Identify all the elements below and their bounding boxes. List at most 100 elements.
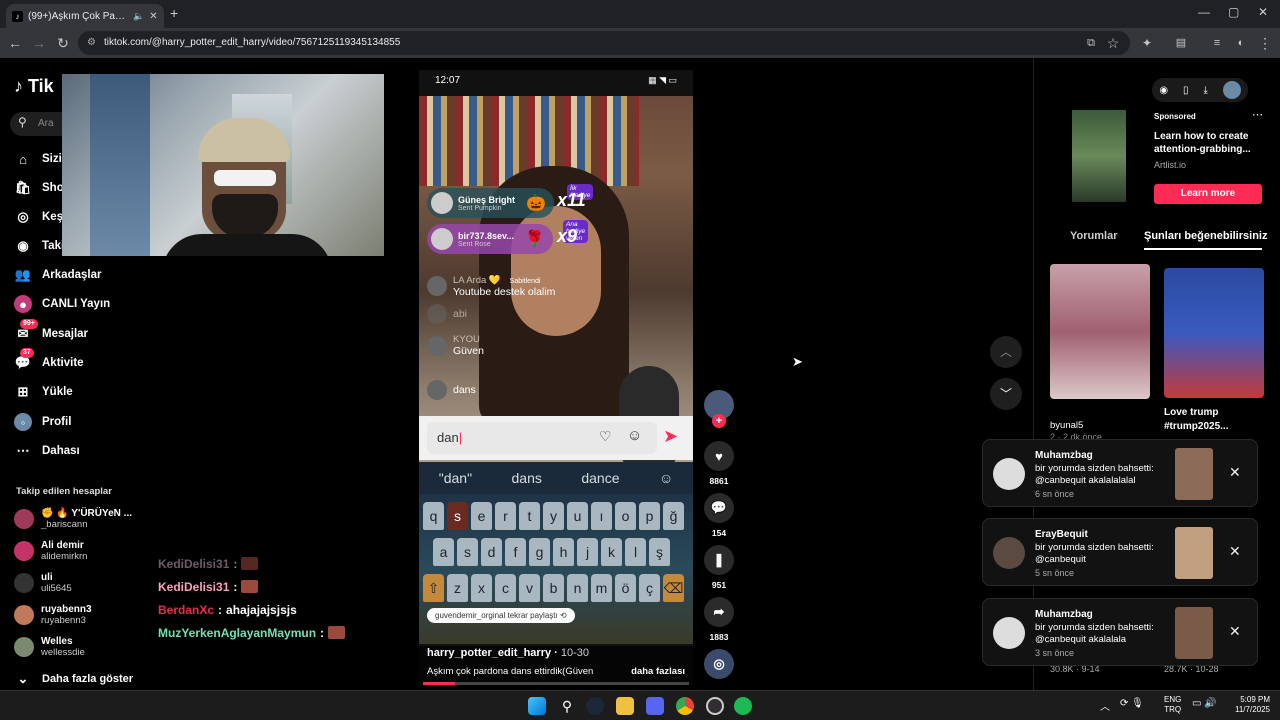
mention-notification[interactable]: Muhamzbag bir yorumda sizden bahsetti: @c… — [982, 598, 1258, 666]
show-more-button[interactable]: ⌄ Daha fazla göster — [14, 670, 144, 688]
key[interactable]: a — [433, 538, 454, 566]
key[interactable]: h — [553, 538, 574, 566]
sidebar-item-more[interactable]: ⋯ Dahası — [14, 442, 144, 460]
emoji-icon[interactable]: ☺ — [659, 470, 673, 486]
tray-icons[interactable]: ⟳ 🎙 — [1120, 698, 1144, 709]
back-icon[interactable]: ← — [4, 32, 26, 54]
backspace-key-icon[interactable]: ⌫ — [663, 574, 684, 602]
shift-key-icon[interactable]: ⇧ — [423, 574, 444, 602]
menu-kebab-icon[interactable]: ⋮ — [1254, 32, 1276, 54]
sidebar-item-upload[interactable]: ⊞ Yükle — [14, 383, 144, 401]
close-window-button[interactable]: ✕ — [1258, 5, 1268, 19]
key[interactable]: g — [529, 538, 550, 566]
key[interactable]: u — [567, 502, 588, 530]
next-video-button[interactable]: ﹀ — [990, 378, 1022, 410]
author-name[interactable]: harry_potter_edit_harry — [427, 647, 551, 659]
heart-outline-icon[interactable]: ♡ — [599, 428, 612, 445]
sidebar-item-live[interactable]: ● CANLI Yayın — [14, 295, 144, 313]
key[interactable]: l — [625, 538, 646, 566]
new-tab-button[interactable]: + — [170, 5, 178, 21]
close-icon[interactable]: ✕ — [1229, 543, 1241, 560]
browser-tab[interactable]: ♪ (99+)Aşkım Çok Pardona 🔈 ✕ — [6, 4, 164, 28]
key[interactable]: k — [601, 538, 622, 566]
download-icon[interactable]: ⤓ — [1203, 85, 1207, 96]
comment-input[interactable]: dan| — [427, 422, 657, 454]
previous-video-button[interactable]: ︿ — [990, 336, 1022, 368]
ad-thumbnail[interactable] — [1072, 110, 1126, 202]
send-icon[interactable]: ➤ — [663, 426, 678, 447]
key[interactable]: x — [471, 574, 492, 602]
obs-icon[interactable] — [706, 697, 724, 715]
key[interactable]: j — [577, 538, 598, 566]
like-button[interactable]: ♥ 8861 — [704, 441, 734, 486]
phone-screen-video[interactable]: 12:07 ▦ ◥ ▭ Güneş Bright Sent Pumpkin 🎃 İ… — [419, 70, 693, 685]
followed-account[interactable]: Ali demir alidemirkrn — [14, 540, 144, 562]
tab-comments[interactable]: Yorumlar — [1070, 230, 1117, 242]
bookmark-star-icon[interactable]: ☆ — [1102, 32, 1124, 54]
followed-account[interactable]: Welles wellessdie — [14, 636, 144, 658]
key[interactable]: s — [457, 538, 478, 566]
key[interactable]: v — [519, 574, 540, 602]
network-icon[interactable]: ▭ 🔊 — [1192, 698, 1217, 709]
forward-icon[interactable]: → — [28, 32, 50, 54]
sidebar-item-messages[interactable]: ✉ 99+ Mesajlar — [14, 319, 144, 343]
reload-icon[interactable]: ↻ — [52, 32, 74, 54]
discord-app-icon[interactable] — [646, 697, 664, 715]
tiktok-logo[interactable]: ♪ Tik — [14, 76, 54, 97]
emoji-icon[interactable]: ☺ — [627, 427, 642, 444]
cast-icon[interactable]: ⧉ — [1080, 32, 1102, 54]
key[interactable]: r — [495, 502, 516, 530]
phone-icon[interactable]: ▯ — [1183, 85, 1189, 96]
video-author[interactable]: byunal5 — [1050, 420, 1083, 431]
key[interactable]: t — [519, 502, 540, 530]
key[interactable]: m — [591, 574, 612, 602]
follow-plus-icon[interactable]: + — [712, 414, 726, 428]
key[interactable]: b — [543, 574, 564, 602]
suggestion[interactable]: "dan" — [439, 470, 472, 486]
key[interactable]: y — [543, 502, 564, 530]
mention-notification[interactable]: Muhamzbag bir yorumda sizden bahsetti: @c… — [982, 439, 1258, 507]
speaker-icon[interactable]: 🔈 — [133, 11, 144, 22]
followed-account[interactable]: uli uli5645 — [14, 572, 144, 594]
extensions-icon[interactable]: ✦ — [1136, 32, 1158, 54]
url-field[interactable]: ⚙ tiktok.com/@harry_potter_edit_harry/vi… — [78, 31, 1130, 55]
sidebar-item-profile[interactable]: ◦ Profil — [14, 413, 144, 431]
save-button[interactable]: ❚ 951 — [704, 545, 734, 590]
ad-title[interactable]: Learn how to create attention-grabbing..… — [1154, 130, 1264, 156]
key[interactable]: n — [567, 574, 588, 602]
video-thumbnail[interactable] — [1050, 264, 1150, 399]
share-button[interactable]: ➦ 1883 — [704, 597, 734, 642]
key[interactable]: q — [423, 502, 444, 530]
live-studio-icon[interactable]: ◉ — [1159, 85, 1168, 96]
windows-start-icon[interactable] — [528, 697, 546, 715]
user-avatar-icon[interactable] — [1222, 81, 1241, 99]
steam-icon[interactable] — [586, 697, 604, 715]
profile-avatar-icon[interactable]: ◐ — [1230, 32, 1252, 54]
key[interactable]: o — [615, 502, 636, 530]
key[interactable]: ğ — [663, 502, 684, 530]
video-progress-bar[interactable] — [423, 682, 689, 685]
sidebar-item-activity[interactable]: 💬 37 Aktivite — [14, 348, 144, 372]
maximize-button[interactable]: ▢ — [1228, 5, 1239, 19]
suggestion[interactable]: dans — [512, 470, 542, 486]
key[interactable]: f — [505, 538, 526, 566]
key[interactable]: ç — [639, 574, 660, 602]
video-thumbnail[interactable] — [1164, 268, 1264, 398]
key[interactable]: s — [447, 502, 468, 530]
tab-you-may-like[interactable]: Şunları beğenebilirsiniz — [1144, 230, 1267, 242]
followed-account[interactable]: ruyabenn3 ruyabenn3 — [14, 604, 144, 626]
language-indicator[interactable]: ENG TRQ — [1164, 695, 1181, 715]
comment-button[interactable]: 💬 154 — [704, 493, 734, 538]
key[interactable]: ş — [649, 538, 670, 566]
search-icon[interactable]: ⚲ — [558, 697, 576, 715]
suggestion[interactable]: dance — [581, 470, 619, 486]
close-icon[interactable]: ✕ — [1229, 464, 1241, 481]
key[interactable]: p — [639, 502, 660, 530]
chrome-icon[interactable] — [676, 697, 694, 715]
tray-chevron-icon[interactable]: ︿ — [1100, 698, 1110, 713]
sidepanel-icon[interactable]: ▤ — [1170, 32, 1192, 54]
site-info-icon[interactable]: ⚙ — [87, 31, 96, 55]
sidebar-item-friends[interactable]: 👥 Arkadaşlar — [14, 266, 144, 284]
learn-more-button[interactable]: Learn more — [1154, 184, 1262, 204]
followed-account[interactable]: ✊ 🔥 Y'ÜRÜYeN ... _bariscann — [14, 508, 144, 530]
